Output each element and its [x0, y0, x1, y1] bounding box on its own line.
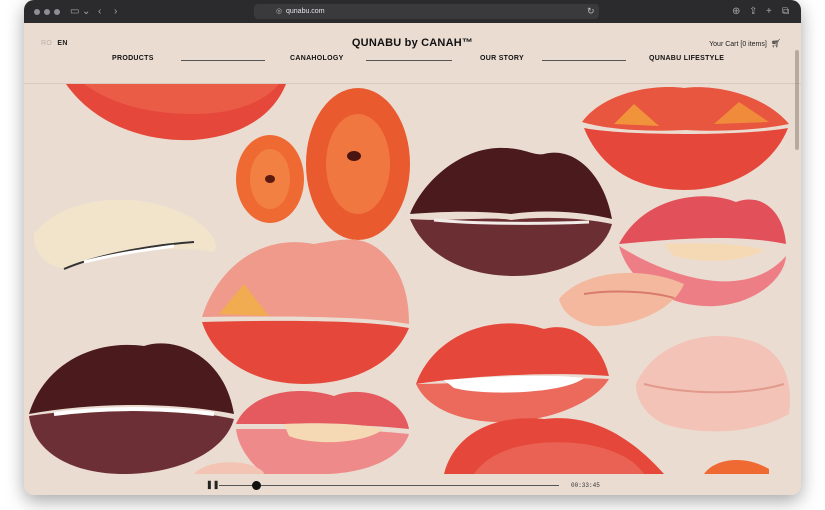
cart-label: Your Cart [0 items] — [709, 41, 767, 48]
nav-products[interactable]: PRODUCTS — [112, 55, 154, 62]
nav-canahology[interactable]: CANAHOLOGY — [290, 55, 344, 62]
forward-icon[interactable]: › — [114, 5, 117, 18]
browser-titlebar: ▭ ⌄ ‹ › ◐ ◎ qunabu.com ↻ ⊕ ⇪ + ⧉ — [24, 0, 801, 23]
nav-qunabu-lifestyle[interactable]: QUNABU LIFESTYLE — [649, 55, 724, 62]
tabs-overview-icon[interactable]: ⧉ — [782, 5, 789, 18]
cart-link[interactable]: Your Cart [0 items] 🛒︎ — [709, 39, 781, 48]
address-text[interactable]: qunabu.com — [286, 6, 325, 17]
nav-our-story[interactable]: OUR STORY — [480, 55, 524, 62]
site-logo[interactable]: QUNABU by CANAH™ — [24, 37, 801, 49]
elapsed-time: 00:33:45 — [571, 482, 600, 489]
new-tab-icon[interactable]: + — [766, 5, 772, 18]
share-icon[interactable]: ⇪ — [749, 5, 757, 18]
sidebar-icon[interactable]: ▭ — [70, 5, 79, 18]
minimize-window-button[interactable] — [44, 9, 50, 15]
close-window-button[interactable] — [34, 9, 40, 15]
website-page: RO EN QUNABU by CANAH™ Your Cart [0 item… — [24, 23, 801, 495]
back-icon[interactable]: ‹ — [98, 5, 101, 18]
download-icon[interactable]: ⊕ — [732, 5, 740, 18]
cart-icon: 🛒︎ — [770, 39, 781, 48]
progress-handle[interactable] — [251, 481, 261, 490]
nav-divider — [181, 60, 265, 61]
video-player-controls: ❚❚ 00:33:45 — [24, 474, 801, 495]
hero-lips-artwork — [24, 84, 801, 474]
zoom-window-button[interactable] — [54, 9, 60, 15]
page-scrollbar[interactable] — [795, 50, 799, 150]
lock-icon: ◎ — [276, 8, 283, 15]
nav-divider — [366, 60, 452, 61]
sidebar-chevron-icon[interactable]: ⌄ — [82, 5, 90, 18]
pause-icon[interactable]: ❚❚ — [206, 480, 219, 489]
reload-icon[interactable]: ↻ — [587, 5, 595, 17]
progress-track[interactable] — [219, 485, 559, 486]
browser-window: ▭ ⌄ ‹ › ◐ ◎ qunabu.com ↻ ⊕ ⇪ + ⧉ RO EN Q… — [24, 0, 801, 495]
nav-divider — [542, 60, 626, 61]
